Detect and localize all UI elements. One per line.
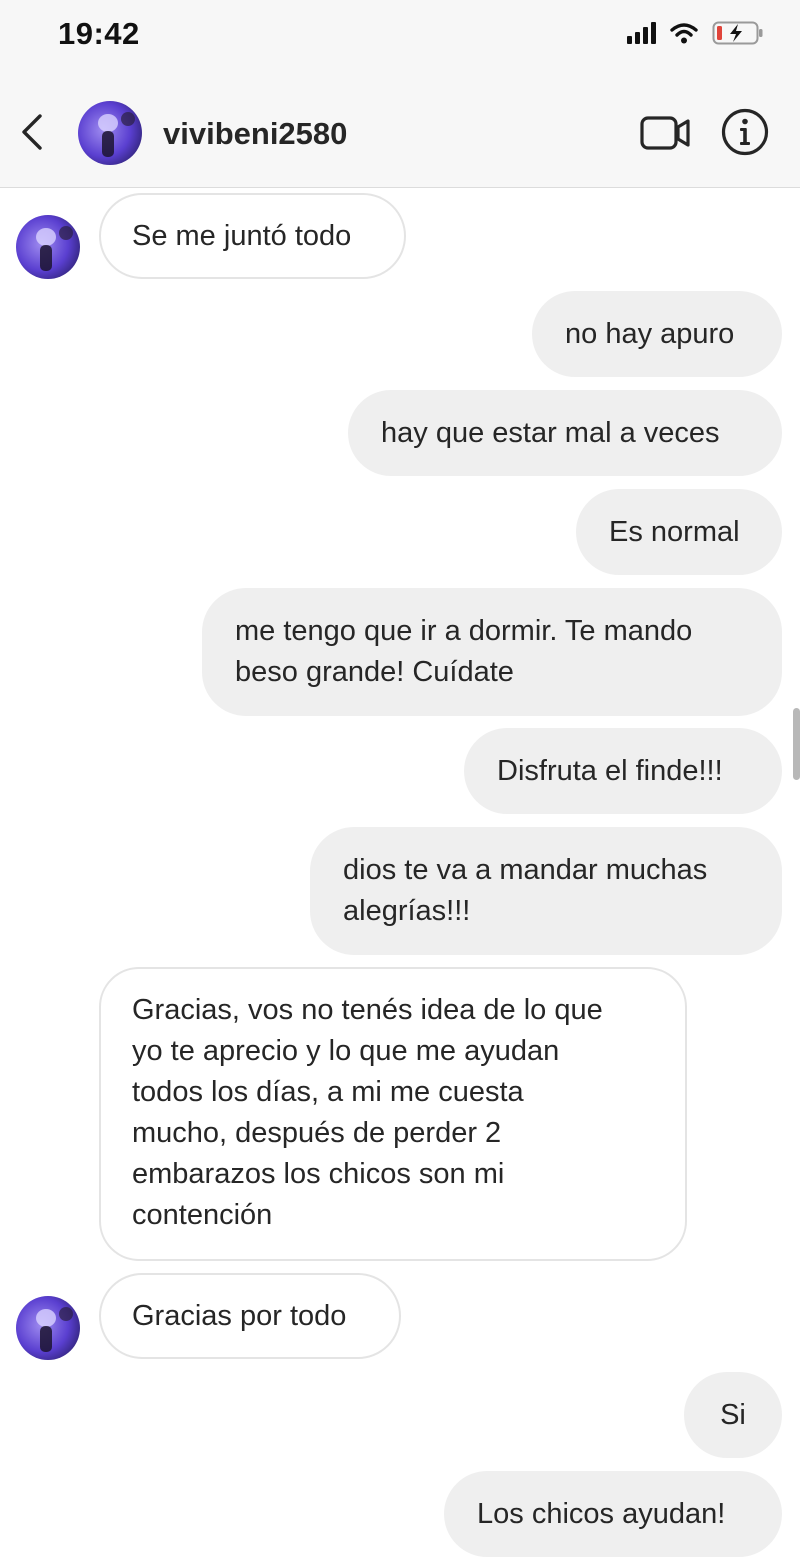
chat-username[interactable]: vivibeni2580 — [163, 116, 347, 152]
message-bubble-outgoing[interactable]: no hay apuro — [532, 291, 782, 377]
video-camera-icon[interactable] — [638, 113, 694, 153]
info-icon[interactable] — [720, 107, 770, 157]
message-bubble-outgoing[interactable]: me tengo que ir a dormir. Te mando beso … — [202, 588, 782, 716]
scrollbar[interactable] — [793, 708, 800, 780]
battery-charging-icon — [712, 21, 763, 45]
status-time: 19:42 — [58, 16, 140, 51]
chat-header: vivibeni2580 — [0, 72, 800, 188]
wifi-icon — [670, 23, 698, 44]
message-bubble-outgoing[interactable]: Disfruta el finde!!! — [464, 728, 782, 814]
signal-icon — [627, 22, 656, 44]
message-bubble-incoming[interactable]: Se me juntó todo — [99, 193, 406, 279]
message-bubble-outgoing[interactable]: Los chicos ayudan! — [444, 1471, 782, 1557]
status-bar: 19:42 — [0, 0, 800, 72]
message-bubble-outgoing[interactable]: hay que estar mal a veces — [348, 390, 782, 476]
message-bubble-outgoing[interactable]: Si — [684, 1372, 782, 1458]
chevron-left-icon[interactable] — [14, 110, 54, 154]
message-bubble-incoming[interactable]: Gracias por todo — [99, 1273, 401, 1359]
avatar[interactable] — [16, 1296, 80, 1360]
message-bubble-outgoing[interactable]: Es normal — [576, 489, 782, 575]
message-bubble-outgoing[interactable]: dios te va a mandar muchas alegrías!!! — [310, 827, 782, 955]
status-icons — [627, 20, 764, 46]
message-bubble-incoming[interactable]: Gracias, vos no tenés idea de lo que yo … — [99, 967, 687, 1261]
avatar[interactable] — [78, 101, 142, 165]
avatar[interactable] — [16, 215, 80, 279]
